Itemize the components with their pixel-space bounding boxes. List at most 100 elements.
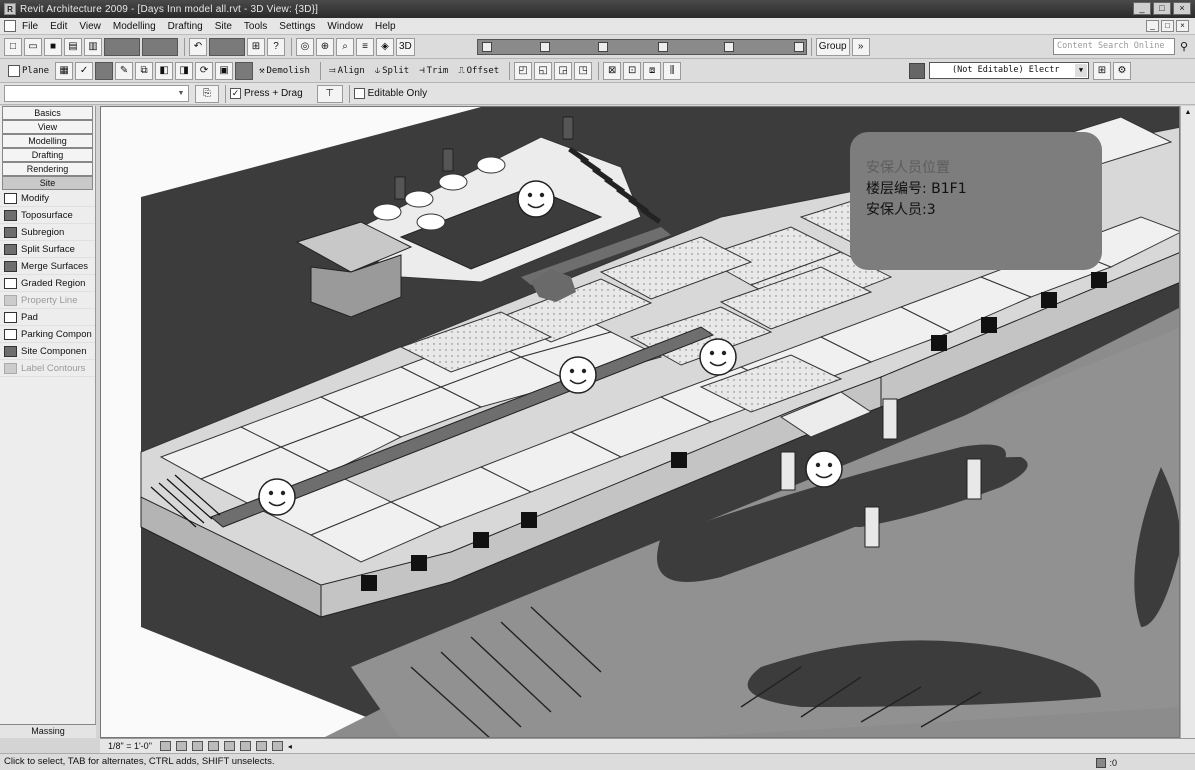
selection-filter[interactable]: :0 [1096, 755, 1117, 770]
view-scale[interactable]: 1/8" = 1'-0" [108, 741, 152, 751]
unpin-icon[interactable]: ⊡ [623, 61, 642, 80]
revit-app-icon[interactable]: R [4, 3, 16, 15]
maximize-button[interactable]: □ [1153, 2, 1171, 15]
redo-group-icon[interactable] [209, 37, 245, 56]
doc-restore-button[interactable]: □ [1161, 20, 1174, 32]
cut-copy-group-icon[interactable] [104, 37, 140, 56]
tab-view[interactable]: View [2, 120, 93, 134]
menu-settings[interactable]: Settings [279, 21, 315, 32]
type-selector[interactable]: (Not Editable) Electr ▼ [929, 62, 1089, 79]
document-icon[interactable] [4, 20, 16, 32]
menu-window[interactable]: Window [327, 21, 363, 32]
group-button[interactable]: Group [815, 37, 850, 56]
whats-this-icon[interactable]: ? [267, 37, 285, 56]
tool-subregion[interactable]: Subregion [0, 224, 95, 241]
paint-icon[interactable] [95, 61, 114, 80]
measure-icon[interactable]: ⫼ [663, 61, 682, 80]
scroll-left-icon[interactable]: ◂ [288, 742, 292, 751]
print-preview-icon[interactable]: ▤ [64, 37, 82, 56]
type-properties-icon[interactable]: ⚙ [1113, 61, 1131, 80]
detail-level-icon[interactable] [159, 741, 171, 751]
shadows-icon[interactable] [191, 741, 203, 751]
menu-tools[interactable]: Tools [244, 21, 267, 32]
copy-monitor-icon[interactable]: ◲ [554, 61, 573, 80]
demolish-button[interactable]: ⚒ Demolish [255, 62, 314, 80]
unlock-icon[interactable]: ◱ [534, 61, 553, 80]
worksets-slider-toolbar[interactable] [476, 38, 807, 55]
doc-minimize-button[interactable]: _ [1146, 20, 1159, 32]
properties-icon[interactable]: ⊞ [247, 37, 265, 56]
scale-icon[interactable] [235, 61, 254, 80]
element-properties-icon[interactable]: ⊞ [1093, 61, 1111, 80]
search-icon[interactable]: ⚲ [1177, 40, 1191, 54]
trim-button[interactable]: ⊣ Trim [415, 62, 452, 80]
model-graphics-icon[interactable] [175, 741, 187, 751]
toolbar-overflow-icon[interactable]: » [851, 37, 870, 56]
zoom-icon[interactable]: ◎ [296, 37, 314, 56]
array-icon[interactable]: ▣ [215, 61, 234, 80]
editable-only-checkbox[interactable]: Editable Only [353, 88, 427, 99]
default-3d-view-icon[interactable]: 3D [396, 37, 415, 56]
vertical-scrollbar[interactable]: ▲ [1180, 106, 1195, 738]
tab-drafting[interactable]: Drafting [2, 148, 93, 162]
zoom-region-icon[interactable]: ⊕ [316, 37, 334, 56]
minimize-button[interactable]: _ [1133, 2, 1151, 15]
lock-icon[interactable]: ◰ [514, 61, 533, 80]
tab-massing[interactable]: Massing [0, 724, 96, 738]
menu-modelling[interactable]: Modelling [113, 21, 156, 32]
paste-group-icon[interactable] [142, 37, 178, 56]
resize-icon[interactable]: ⧈ [643, 61, 662, 80]
sun-settings-icon[interactable] [207, 741, 219, 751]
copy-to-clipboard-icon[interactable]: ◧ [155, 61, 174, 80]
content-search-input[interactable]: Content Search Online [1053, 38, 1175, 55]
menu-file[interactable]: File [22, 21, 38, 32]
tab-basics[interactable]: Basics [2, 106, 93, 120]
rotate-icon[interactable]: ⟳ [195, 61, 214, 80]
options-apply-icon[interactable]: ⎘ [195, 84, 219, 103]
menu-site[interactable]: Site [215, 21, 232, 32]
menu-view[interactable]: View [79, 21, 101, 32]
menu-drafting[interactable]: Drafting [168, 21, 203, 32]
open-icon[interactable]: ▭ [24, 37, 42, 56]
print-icon[interactable]: ▥ [84, 37, 102, 56]
copy-icon[interactable]: ⧉ [135, 61, 154, 80]
tool-toposurface[interactable]: Toposurface [0, 207, 95, 224]
align-button[interactable]: ⫤ Align [325, 62, 369, 80]
tab-site[interactable]: Site [2, 176, 93, 190]
offset-button[interactable]: ⎍ Offset [454, 62, 503, 80]
grid-icon[interactable]: ▦ [55, 61, 74, 80]
tool-graded-region[interactable]: Graded Region [0, 275, 95, 292]
zoom-search-icon[interactable]: ⌕ [336, 37, 354, 56]
save-icon[interactable]: ■ [44, 37, 62, 56]
undo-icon[interactable]: ↶ [189, 37, 207, 56]
tool-modify[interactable]: Modify [0, 190, 95, 207]
tool-site-component[interactable]: Site Componen [0, 343, 95, 360]
pin-icon[interactable]: ⊠ [603, 61, 622, 80]
scroll-up-icon[interactable]: ▲ [1181, 106, 1195, 120]
tool-pad[interactable]: Pad [0, 309, 95, 326]
tab-rendering[interactable]: Rendering [2, 162, 93, 176]
options-selector[interactable]: ▼ [4, 85, 189, 102]
press-drag-checkbox[interactable]: ✓ Press + Drag [230, 88, 303, 99]
work-plane-button[interactable]: Plane [4, 62, 53, 80]
menu-edit[interactable]: Edit [50, 21, 67, 32]
doc-close-button[interactable]: × [1176, 20, 1189, 32]
filter-icon[interactable]: ⊤ [316, 84, 343, 103]
match-type-icon[interactable]: ✓ [75, 61, 94, 80]
mirror-icon[interactable]: ◨ [175, 61, 194, 80]
menu-help[interactable]: Help [375, 21, 396, 32]
tool-parking-component[interactable]: Parking Compon [0, 326, 95, 343]
eyedropper-icon[interactable]: ✎ [115, 61, 134, 80]
hide-isolate-icon[interactable] [255, 741, 267, 751]
view-cube-icon[interactable]: ◈ [376, 37, 394, 56]
reveal-hidden-icon[interactable] [271, 741, 283, 751]
show-crop-icon[interactable] [239, 741, 251, 751]
thin-lines-icon[interactable]: ≡ [356, 37, 374, 56]
coordination-icon[interactable]: ◳ [574, 61, 593, 80]
close-button[interactable]: × [1173, 2, 1191, 15]
tool-split-surface[interactable]: Split Surface [0, 241, 95, 258]
new-icon[interactable]: □ [4, 37, 22, 56]
crop-view-icon[interactable] [223, 741, 235, 751]
split-button[interactable]: ⫝ Split [371, 62, 413, 80]
tool-merge-surfaces[interactable]: Merge Surfaces [0, 258, 95, 275]
